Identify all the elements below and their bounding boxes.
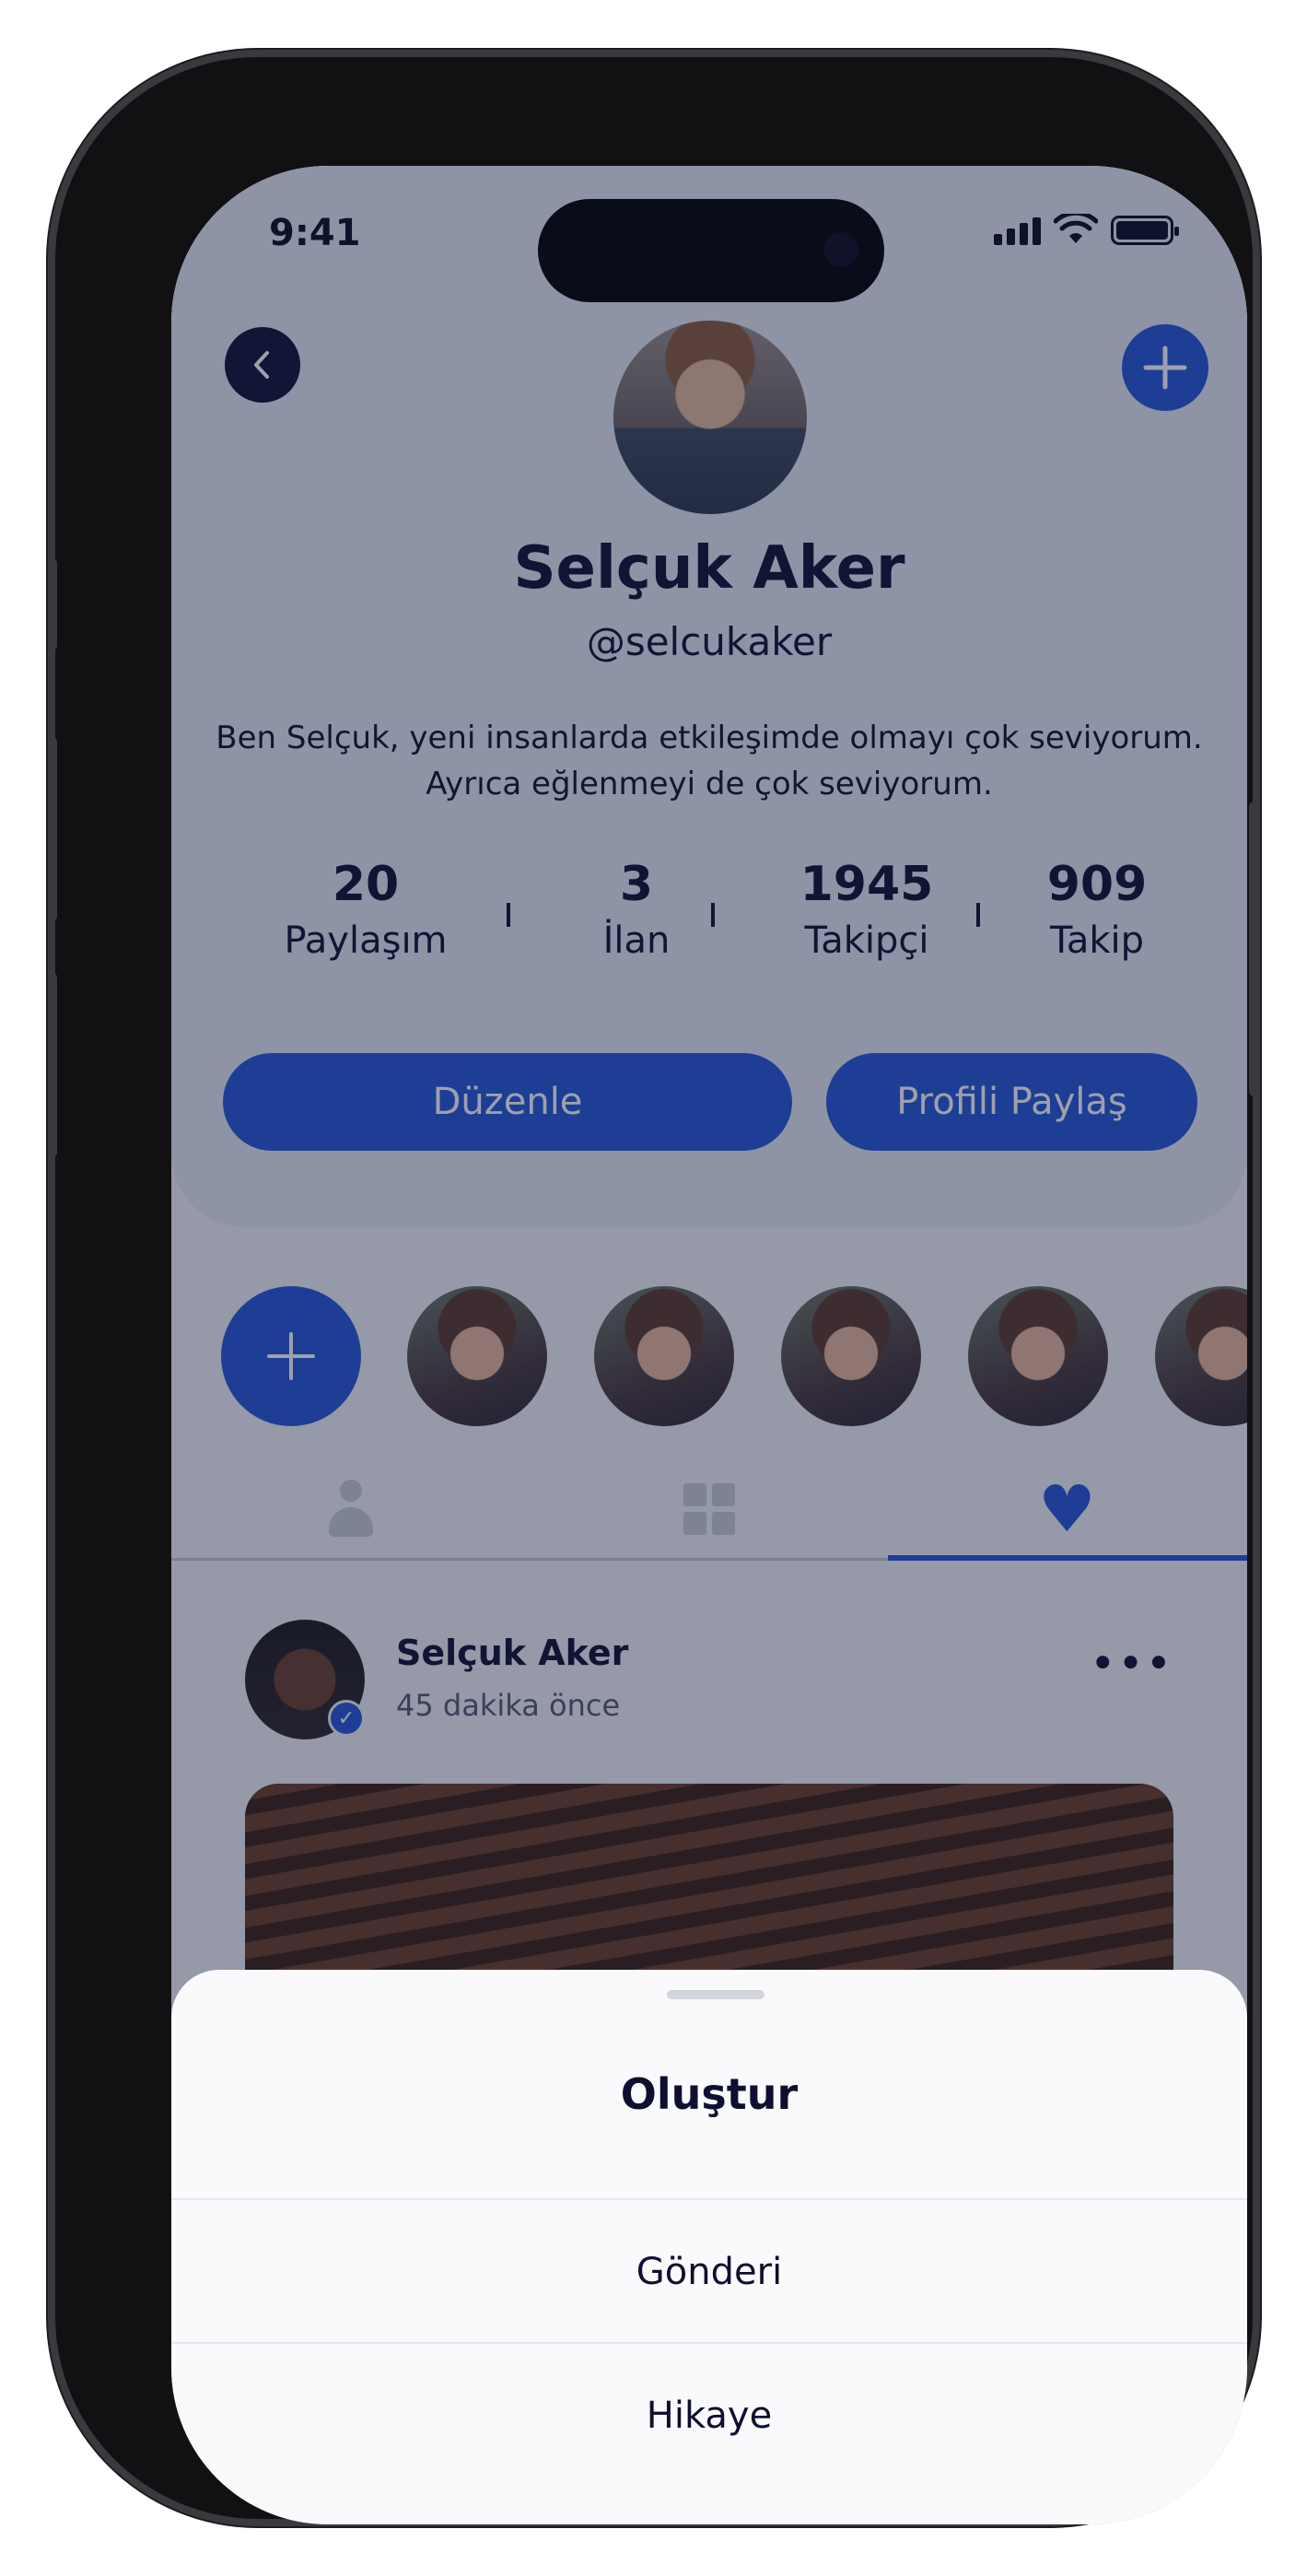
sheet-item-post[interactable]: Gönderi <box>171 2200 1247 2344</box>
volume-down-button <box>48 973 57 1157</box>
volume-up-button <box>48 737 57 921</box>
sheet-grabber[interactable] <box>667 1990 764 1999</box>
sheet-item-story[interactable]: Hikaye <box>171 2344 1247 2488</box>
screen: 9:41 Selçuk Aker @selcukaker Ben Selçuk,… <box>171 166 1247 2524</box>
sheet-title: Oluştur <box>620 2069 799 2119</box>
power-button <box>1249 802 1258 1096</box>
create-bottom-sheet: Oluştur Gönderi Hikaye <box>171 1970 1247 2524</box>
phone-frame: 9:41 Selçuk Aker @selcukaker Ben Selçuk,… <box>55 57 1253 2524</box>
mute-switch <box>48 558 57 650</box>
